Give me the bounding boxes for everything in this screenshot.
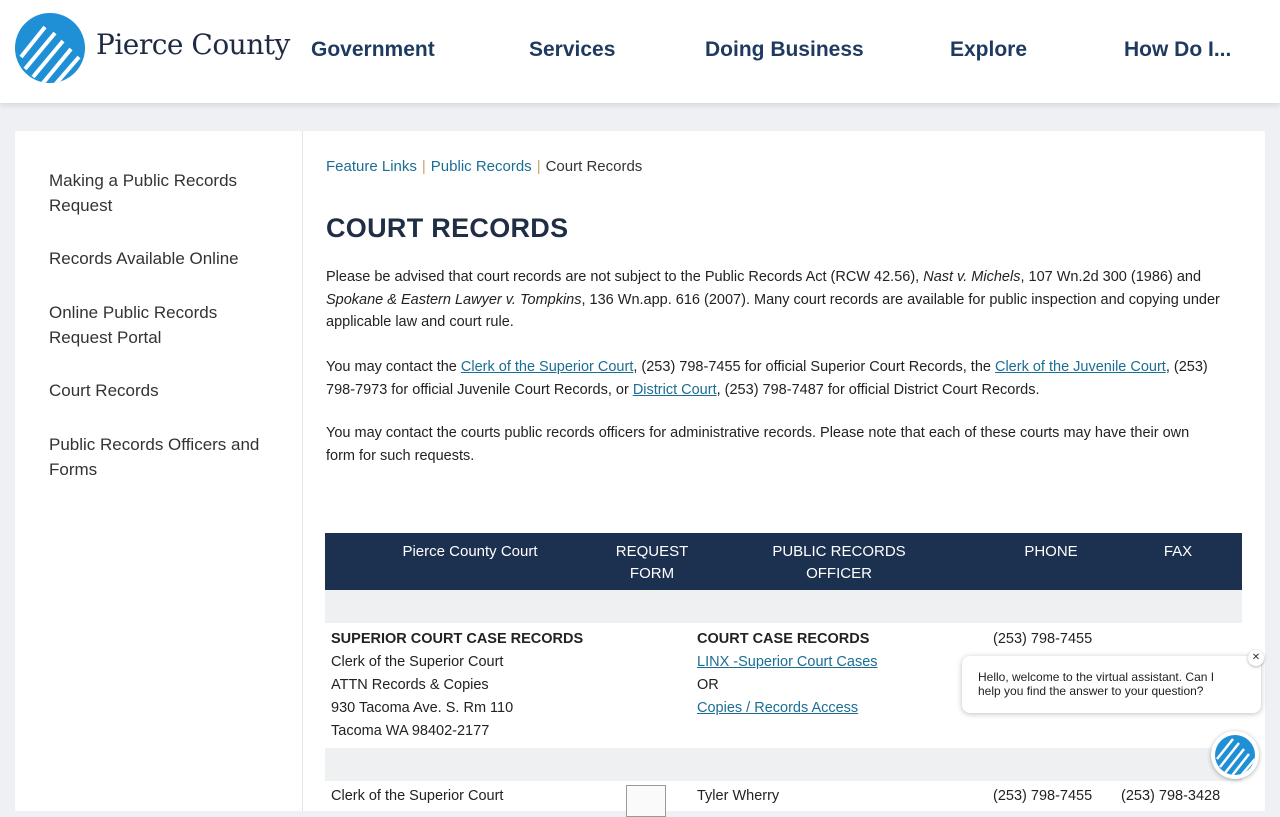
intro-paragraph: Please be advised that court records are… — [326, 266, 1231, 334]
officer-or: OR — [697, 677, 719, 693]
officers-paragraph: You may contact the courts public record… — [326, 422, 1231, 467]
nav-doing-business[interactable]: Doing Business — [705, 38, 864, 62]
text: You may contact the — [326, 359, 461, 375]
text: Please be advised that court records are… — [326, 269, 924, 285]
table-row-2-court: Clerk of the Superior Court — [331, 788, 504, 804]
nav-services[interactable]: Services — [529, 38, 615, 62]
link-linx-superior-court-cases[interactable]: LINX -Superior Court Cases — [697, 654, 878, 670]
sidebar: Making a Public Records Request Records … — [15, 131, 303, 811]
sidebar-item-label: Public Records Officers and — [49, 435, 260, 454]
th-line: REQUEST — [615, 543, 689, 560]
case-citation: Nast v. Michels — [923, 269, 1021, 285]
sidebar-item-label: Records Available Online — [49, 249, 239, 268]
th-fax: FAX — [1163, 543, 1193, 560]
th-phone: PHONE — [1024, 543, 1078, 560]
table-row-1-phone: (253) 798-7455 — [993, 631, 1093, 647]
table-row-2-officer: Tyler Wherry — [697, 788, 780, 804]
breadcrumb-feature-links[interactable]: Feature Links — [326, 158, 417, 175]
court-line: ATTN Records & Copies — [331, 677, 489, 693]
case-citation: Spokane & Eastern Lawyer v. Tompkins — [326, 291, 582, 308]
site-header: Pierce County Government Services Doing … — [0, 0, 1280, 103]
nav-explore[interactable]: Explore — [950, 38, 1027, 62]
sidebar-item-label: Request Portal — [49, 328, 162, 347]
text: applicable law and court rule. — [326, 314, 514, 330]
th-line: FORM — [629, 565, 675, 582]
page-title: COURT RECORDS — [326, 213, 569, 243]
th-line: OFFICER — [806, 565, 872, 582]
court-line: Clerk of the Superior Court — [331, 654, 504, 670]
court-title: SUPERIOR COURT CASE RECORDS — [331, 631, 584, 647]
table-header: Pierce County Court REQUEST FORM PUBLIC … — [325, 533, 1242, 590]
sidebar-item-officers-forms[interactable]: Public Records Officers and Forms — [49, 432, 279, 482]
text: , (253) — [1165, 359, 1208, 375]
table-row-spacer — [325, 748, 1242, 781]
court-line: 930 Tacoma Ave. S. Rm 110 — [331, 700, 514, 716]
sidebar-item-label: Court Records — [49, 381, 159, 400]
link-clerk-juvenile-court[interactable]: Clerk of the Juvenile Court — [995, 359, 1166, 375]
text: 798-7973 for official Juvenile Court Rec… — [326, 381, 633, 398]
request-form-thumbnail-icon[interactable] — [626, 785, 666, 817]
officer-title: COURT CASE RECORDS — [697, 631, 870, 647]
virtual-assistant-button[interactable] — [1211, 731, 1259, 779]
sidebar-item-label: Forms — [49, 460, 98, 479]
th-officer: PUBLIC RECORDS OFFICER — [749, 541, 929, 585]
sidebar-item-making-request[interactable]: Making a Public Records Request — [49, 168, 279, 218]
table-row-spacer — [325, 590, 1242, 623]
th-line: PUBLIC RECORDS — [772, 543, 906, 560]
contact-paragraph: You may contact the Clerk of the Superio… — [326, 356, 1231, 401]
sidebar-item-court-records[interactable]: Court Records — [49, 378, 279, 403]
text: , 107 Wn.2d 300 (1986) and — [1020, 269, 1202, 285]
text: You may contact the courts public record… — [326, 425, 1190, 441]
table-row-2-fax: (253) 798-3428 — [1121, 788, 1221, 804]
assistant-logo-icon — [1215, 735, 1255, 775]
link-copies-records-access[interactable]: Copies / Records Access — [697, 700, 858, 716]
th-request-form: REQUEST FORM — [597, 541, 707, 585]
table-row-1-court: SUPERIOR COURT CASE RECORDS Clerk of the… — [331, 628, 611, 743]
virtual-assistant-bubble[interactable]: Hello, welcome to the virtual assistant.… — [962, 656, 1261, 713]
sidebar-item-request-portal[interactable]: Online Public Records Request Portal — [49, 300, 279, 350]
breadcrumb-separator: | — [536, 158, 541, 175]
breadcrumb-separator: | — [421, 158, 426, 175]
breadcrumb: Feature Links | Public Records | Court Recor… — [326, 158, 642, 175]
chat-close-icon[interactable]: ✕ — [1248, 650, 1264, 666]
nav-how-do-i[interactable]: How Do I... — [1124, 38, 1231, 62]
breadcrumb-current: Court Records — [545, 158, 643, 175]
sidebar-item-label: Online Public Records — [49, 303, 218, 322]
text: , 136 Wn.app. 616 (2007). Many court rec… — [581, 291, 1220, 308]
table-row-1-officer: COURT CASE RECORDS LINX -Superior Court … — [697, 628, 957, 720]
chat-message: Hello, welcome to the virtual assistant.… — [978, 670, 1215, 698]
main-nav: Government Services Doing Business Explo… — [0, 38, 1280, 68]
sidebar-item-records-online[interactable]: Records Available Online — [49, 246, 279, 271]
breadcrumb-public-records[interactable]: Public Records — [431, 158, 532, 175]
court-line: Tacoma WA 98402-2177 — [331, 723, 490, 739]
text: , (253) 798-7487 for official District C… — [716, 381, 1040, 398]
link-district-court[interactable]: District Court — [633, 382, 717, 398]
table-row-2-phone: (253) 798-7455 — [993, 788, 1093, 804]
text: form for such requests. — [326, 447, 475, 464]
text: , (253) 798-7455 for official Superior C… — [633, 359, 995, 375]
nav-government[interactable]: Government — [311, 38, 435, 62]
sidebar-item-label: Request — [49, 196, 113, 215]
link-clerk-superior-court[interactable]: Clerk of the Superior Court — [461, 359, 633, 375]
sidebar-item-label: Making a Public Records — [49, 171, 238, 190]
th-court: Pierce County Court — [402, 543, 538, 560]
